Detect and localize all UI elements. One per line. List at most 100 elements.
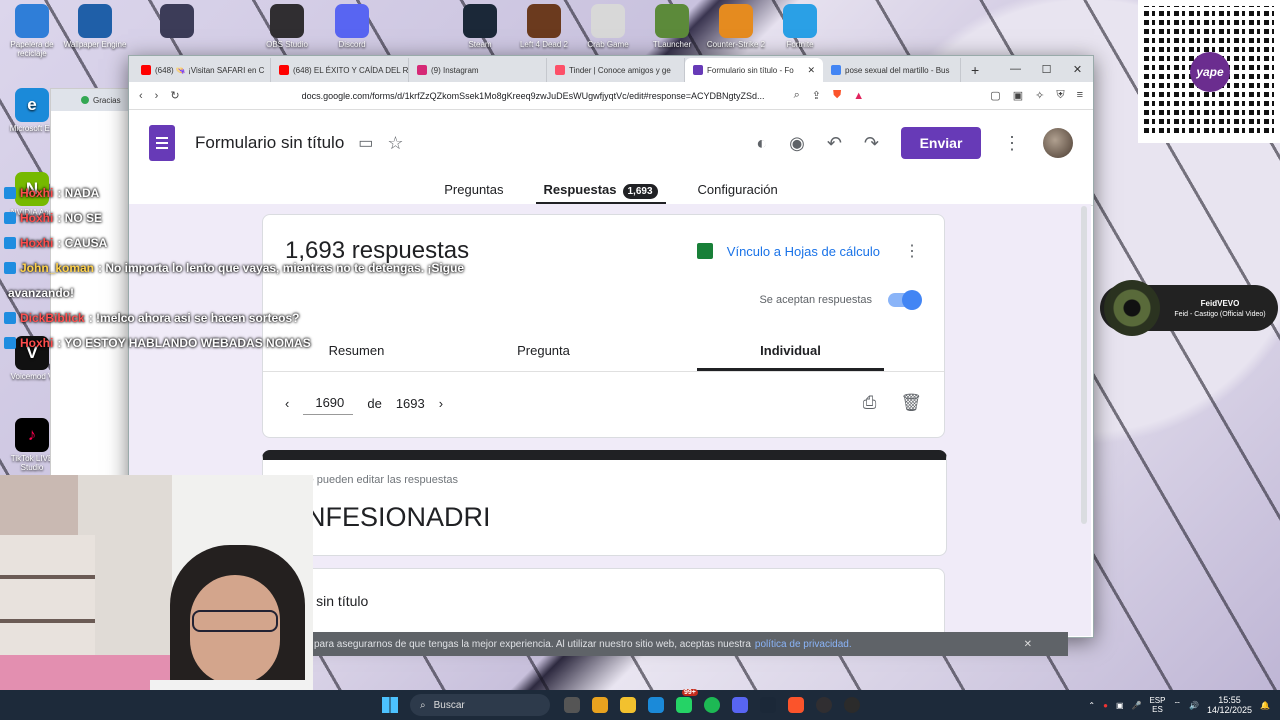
chat-username: John_koman [20, 260, 95, 275]
desktop-icon[interactable]: OBS Studio [255, 4, 319, 50]
brave-shield-icon[interactable]: ⛊ [833, 89, 841, 102]
chevron-up-icon[interactable]: ⌃ [1088, 701, 1095, 710]
sidebar-icon[interactable]: ▢ [990, 89, 1000, 102]
send-button[interactable]: Enviar [901, 127, 981, 159]
clock-date: 14/12/2025 [1206, 705, 1253, 715]
undo-icon[interactable]: ↶ [827, 133, 842, 154]
clock[interactable]: 15:55 14/12/2025 [1207, 695, 1252, 715]
obs-taskbar-icon[interactable] [816, 697, 832, 713]
palette-icon[interactable]: ◐ [756, 133, 767, 154]
tab-strip: (648) 👒 ¡Visitan SAFARI en C (648) EL ÉXI… [129, 56, 1093, 82]
qr-code: yape [1138, 0, 1280, 143]
chevron-left-icon[interactable]: ‹ [285, 396, 289, 411]
privacy-link[interactable]: política de privacidad. [755, 639, 852, 650]
desktop-icon[interactable]: Discord [320, 4, 384, 50]
folder-icon[interactable]: ▭ [358, 133, 373, 153]
close-tab-icon[interactable]: ✕ [807, 65, 815, 76]
whatsapp-icon[interactable]: 99+ [676, 689, 698, 713]
windows-start-icon[interactable] [382, 697, 398, 713]
mic-icon[interactable]: 🎤 [1132, 701, 1142, 710]
desktop-icon[interactable]: Counter-Strike 2 [704, 4, 768, 50]
edge-taskbar-icon[interactable] [648, 697, 664, 713]
url-field[interactable]: docs.google.com/forms/d/1krfZzQZkomSsek1… [302, 91, 782, 101]
share-icon[interactable]: ⇪ [812, 89, 821, 102]
zoom-icon[interactable]: ⌕ [794, 89, 800, 102]
tab-settings[interactable]: Configuración [690, 176, 786, 205]
tray-app-icon[interactable]: ● [1103, 701, 1108, 710]
pager-of: de [367, 395, 382, 411]
desktop-icon[interactable]: Fortnite [768, 4, 832, 50]
tray-app-icon[interactable]: ▣ [1116, 701, 1124, 710]
app-icon [335, 4, 369, 38]
browser-tab[interactable]: (648) EL ÉXITO Y CAÍDA DEL R [271, 58, 409, 82]
browser-tab[interactable]: (9) Instagram [409, 58, 547, 82]
forward-icon[interactable]: › [155, 90, 159, 102]
brave-rewards-icon[interactable]: ▲ [853, 90, 864, 102]
google-forms-icon[interactable] [149, 125, 175, 161]
desktop-icon-label: Steam [468, 40, 492, 49]
desktop-icon[interactable]: Papelera de reciclaje [0, 4, 64, 59]
back-icon[interactable]: ‹ [139, 90, 143, 102]
redo-icon[interactable]: ↷ [864, 133, 879, 154]
app-icon [15, 4, 49, 38]
response-index-input[interactable]: 1690 [303, 391, 354, 415]
background-tab-label: Gracias [93, 95, 121, 105]
background-tab[interactable]: Gracias [51, 89, 139, 111]
copilot-icon[interactable] [592, 697, 608, 713]
more-vert-icon[interactable]: ⋮ [1003, 133, 1021, 154]
more-vert-icon[interactable]: ⋮ [904, 241, 920, 261]
reload-icon[interactable]: ↻ [170, 89, 179, 102]
print-icon[interactable]: ⎙ [863, 393, 877, 413]
vpn-icon[interactable]: ⛨ [1056, 89, 1064, 102]
webcam-shirt [150, 680, 313, 690]
steam-taskbar-icon[interactable] [760, 697, 776, 713]
subtab-individual[interactable]: Individual [697, 339, 884, 371]
tab-responses[interactable]: Respuestas 1,693 [535, 176, 666, 205]
desktop-icon[interactable]: Crab Game [576, 4, 640, 50]
task-view-icon[interactable] [564, 697, 580, 713]
file-explorer-icon[interactable] [620, 697, 636, 713]
wallet-icon[interactable]: ▣ [1013, 89, 1023, 102]
minimize-icon[interactable]: — [1000, 63, 1031, 75]
preview-eye-icon[interactable]: ◉ [789, 133, 805, 154]
subtab-question[interactable]: Pregunta [450, 339, 637, 371]
desktop-icon[interactable]: Left 4 Dead 2 [512, 4, 576, 50]
desktop-icon[interactable]: Steam [448, 4, 512, 50]
browser-tab[interactable]: pose sexual del martillo - Bus [823, 58, 961, 82]
track-name: Feid - Castigo (Official Video) [1174, 310, 1266, 318]
accepting-toggle[interactable] [888, 290, 922, 310]
app-taskbar-icon[interactable] [844, 697, 860, 713]
extensions-icon[interactable]: ✧ [1035, 89, 1044, 102]
browser-tab[interactable]: Formulario sin título - Fo ✕ [685, 58, 823, 82]
volume-icon[interactable]: 🔊 [1189, 701, 1199, 710]
taskbar-search[interactable]: ⌕ Buscar [410, 694, 550, 716]
sheets-link[interactable]: Vínculo a Hojas de cálculo [696, 243, 880, 259]
chevron-right-icon[interactable]: › [439, 396, 443, 411]
avatar[interactable] [1043, 128, 1073, 158]
desktop-icon[interactable] [145, 4, 209, 41]
browser-tab[interactable]: (648) 👒 ¡Visitan SAFARI en C [133, 58, 271, 82]
close-window-icon[interactable]: ✕ [1062, 63, 1093, 76]
desktop-icon[interactable]: Wallpaper Engine [63, 4, 127, 50]
browser-tab[interactable]: Tinder | Conoce amigos y ge [547, 58, 685, 82]
wifi-icon[interactable]: ⌔ [1173, 700, 1181, 710]
responses-count-badge: 1,693 [622, 184, 658, 199]
maximize-icon[interactable]: ☐ [1031, 63, 1062, 76]
language-indicator[interactable]: ESP ES [1149, 696, 1165, 714]
page-scrollbar[interactable] [1081, 206, 1087, 524]
close-icon[interactable]: ✕ [1024, 639, 1032, 650]
delete-icon[interactable]: 🗑 [900, 393, 922, 413]
menu-icon[interactable]: ≡ [1077, 89, 1083, 102]
yape-logo: yape [1190, 52, 1230, 92]
star-icon[interactable]: ☆ [387, 133, 403, 154]
brave-taskbar-icon[interactable] [788, 697, 804, 713]
notifications-icon[interactable]: 🔔 [1260, 701, 1270, 710]
tab-label: (648) EL ÉXITO Y CAÍDA DEL R [293, 65, 409, 75]
app-icon [655, 4, 689, 38]
spotify-icon[interactable] [704, 697, 720, 713]
tab-favicon-icon [279, 65, 289, 75]
new-tab-button[interactable]: + [961, 58, 989, 82]
desktop-icon[interactable]: TLauncher [640, 4, 704, 50]
form-title[interactable]: Formulario sin título [195, 133, 344, 153]
discord-taskbar-icon[interactable] [732, 697, 748, 713]
